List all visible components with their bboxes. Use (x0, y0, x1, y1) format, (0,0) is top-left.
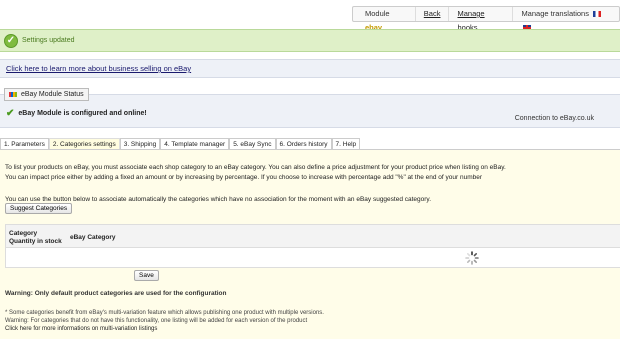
status-message: eBay Module is configured and online! (18, 110, 147, 117)
categories-table-header: Category Quantity in stock eBay Category (5, 224, 620, 248)
module-title: Module ebay (357, 7, 416, 32)
save-button[interactable]: Save (134, 270, 159, 281)
loading-spinner-icon (465, 251, 479, 265)
status-legend-text: eBay Module Status (21, 91, 84, 98)
learn-more-bar: Click here to learn more about business … (0, 59, 620, 78)
manage-translations-label: Manage translations (521, 9, 589, 18)
status-legend: eBay Module Status (4, 88, 89, 101)
back-link[interactable]: Back (416, 7, 450, 21)
col-category-label: Category (9, 230, 38, 237)
suggest-categories-button[interactable]: Suggest Categories (5, 203, 73, 214)
table-header-category: Category Quantity in stock (9, 230, 62, 246)
intro-text-1: To list your products on eBay, you must … (5, 164, 506, 171)
suggest-intro-text: You can use the button below to associat… (5, 196, 432, 203)
multi-variation-note: * Some categories benefit from eBay's mu… (5, 310, 324, 316)
check-circle-icon: ✓ (4, 33, 18, 48)
multi-variation-link[interactable]: Click here for more informations on mult… (5, 326, 157, 332)
module-status-panel: eBay Module Status ✔ eBay Module is conf… (0, 88, 620, 128)
status-ok: ✔ eBay Module is configured and online! (6, 108, 147, 119)
warning-text: Warning: Only default product categories… (5, 290, 227, 297)
categories-table-body (5, 248, 620, 268)
intro-text-2: You can impact price either by adding a … (5, 174, 482, 181)
ebay-logo-icon (9, 92, 17, 97)
french-flag-icon[interactable] (593, 11, 602, 18)
connection-text: Connection to eBay.co.uk (514, 115, 594, 122)
col-ebay-category-label: eBay Category (70, 234, 116, 241)
multi-variation-warning: Warning: For categories that do not have… (5, 318, 308, 324)
notice-text: Settings updated (22, 37, 75, 44)
manage-translations: Manage translations (513, 7, 615, 32)
col-qty-label: Quantity in stock (9, 238, 62, 245)
learn-more-link[interactable]: Click here to learn more about business … (6, 64, 191, 73)
categories-settings-panel: To list your products on eBay, you must … (0, 150, 620, 339)
success-notice: ✓ Settings updated (0, 29, 620, 52)
manage-hooks-link[interactable]: Manage hooks (449, 7, 514, 32)
checkmark-icon: ✔ (6, 108, 15, 119)
multi-variation-link-row: Click here for more informations on mult… (5, 326, 157, 332)
top-navigation: Module ebay Back Manage hooks Manage tra… (352, 6, 620, 32)
